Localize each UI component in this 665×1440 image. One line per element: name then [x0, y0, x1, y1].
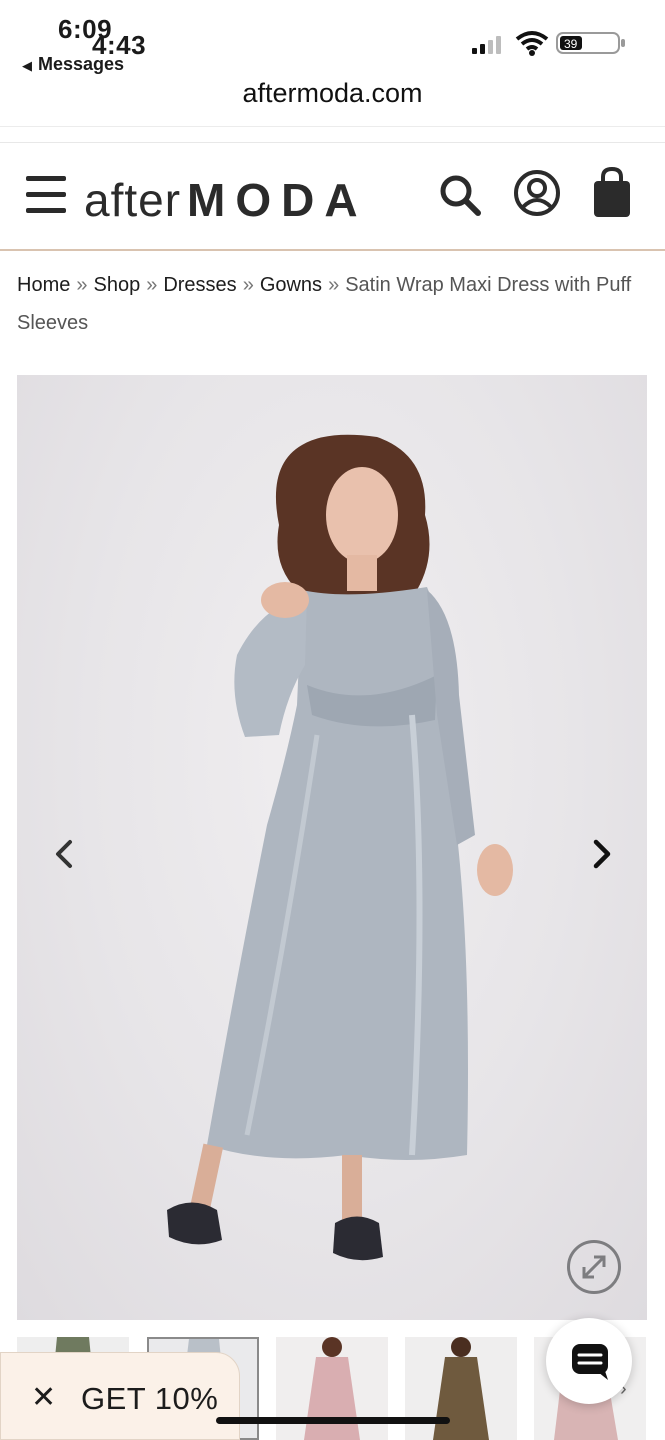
- chat-button[interactable]: [546, 1318, 632, 1404]
- site-logo[interactable]: after MODA: [84, 173, 368, 227]
- thumbnail-4[interactable]: [405, 1337, 517, 1440]
- promo-text[interactable]: GET 10%: [81, 1381, 218, 1417]
- logo-moda: MODA: [187, 174, 368, 226]
- battery-level: 39: [564, 37, 578, 51]
- home-indicator: [216, 1417, 450, 1424]
- model-photo: [167, 434, 513, 1261]
- search-icon[interactable]: [438, 173, 482, 217]
- breadcrumb-separator: »: [146, 274, 158, 296]
- status-bar: 6:09 4:43 ◀ Messages 39: [0, 0, 665, 80]
- breadcrumb-home[interactable]: Home: [17, 274, 70, 296]
- zoom-expand-button[interactable]: [567, 1240, 621, 1294]
- breadcrumb-separator: »: [328, 274, 340, 296]
- url-bar[interactable]: aftermoda.com: [0, 78, 665, 109]
- thumbnail-dress: [276, 1337, 388, 1440]
- hamburger-menu-icon[interactable]: [26, 176, 68, 214]
- account-icon[interactable]: [513, 169, 561, 217]
- wifi-icon: [515, 31, 549, 56]
- close-icon[interactable]: ✕: [31, 1383, 56, 1413]
- cellular-signal-icon: [472, 36, 512, 54]
- previous-image-button[interactable]: [48, 836, 84, 872]
- breadcrumb-gowns[interactable]: Gowns: [260, 274, 322, 296]
- battery-icon: 39: [556, 32, 625, 54]
- discount-promo-tab[interactable]: ✕ GET 10%: [0, 1352, 240, 1440]
- breadcrumb: Home» Shop» Dresses» Gowns» Satin Wrap Maxi …: [17, 266, 647, 342]
- breadcrumb-dresses[interactable]: Dresses: [163, 274, 236, 296]
- product-main-image[interactable]: [17, 375, 647, 1320]
- breadcrumb-shop[interactable]: Shop: [93, 274, 140, 296]
- thumbnail-3[interactable]: [276, 1337, 388, 1440]
- site-header: after MODA: [0, 142, 665, 251]
- back-label: Messages: [38, 54, 125, 74]
- divider: [0, 126, 665, 127]
- logo-after: after: [84, 174, 182, 226]
- breadcrumb-separator: »: [242, 274, 254, 296]
- expand-icon: [582, 1255, 606, 1279]
- back-to-messages[interactable]: ◀ Messages: [22, 54, 124, 75]
- back-arrow-icon: ◀: [22, 58, 32, 73]
- next-image-button[interactable]: [584, 836, 620, 872]
- shopping-bag-icon[interactable]: [592, 167, 632, 219]
- chat-icon: [572, 1344, 608, 1380]
- thumbnail-dress: [405, 1337, 517, 1440]
- breadcrumb-separator: »: [76, 274, 88, 296]
